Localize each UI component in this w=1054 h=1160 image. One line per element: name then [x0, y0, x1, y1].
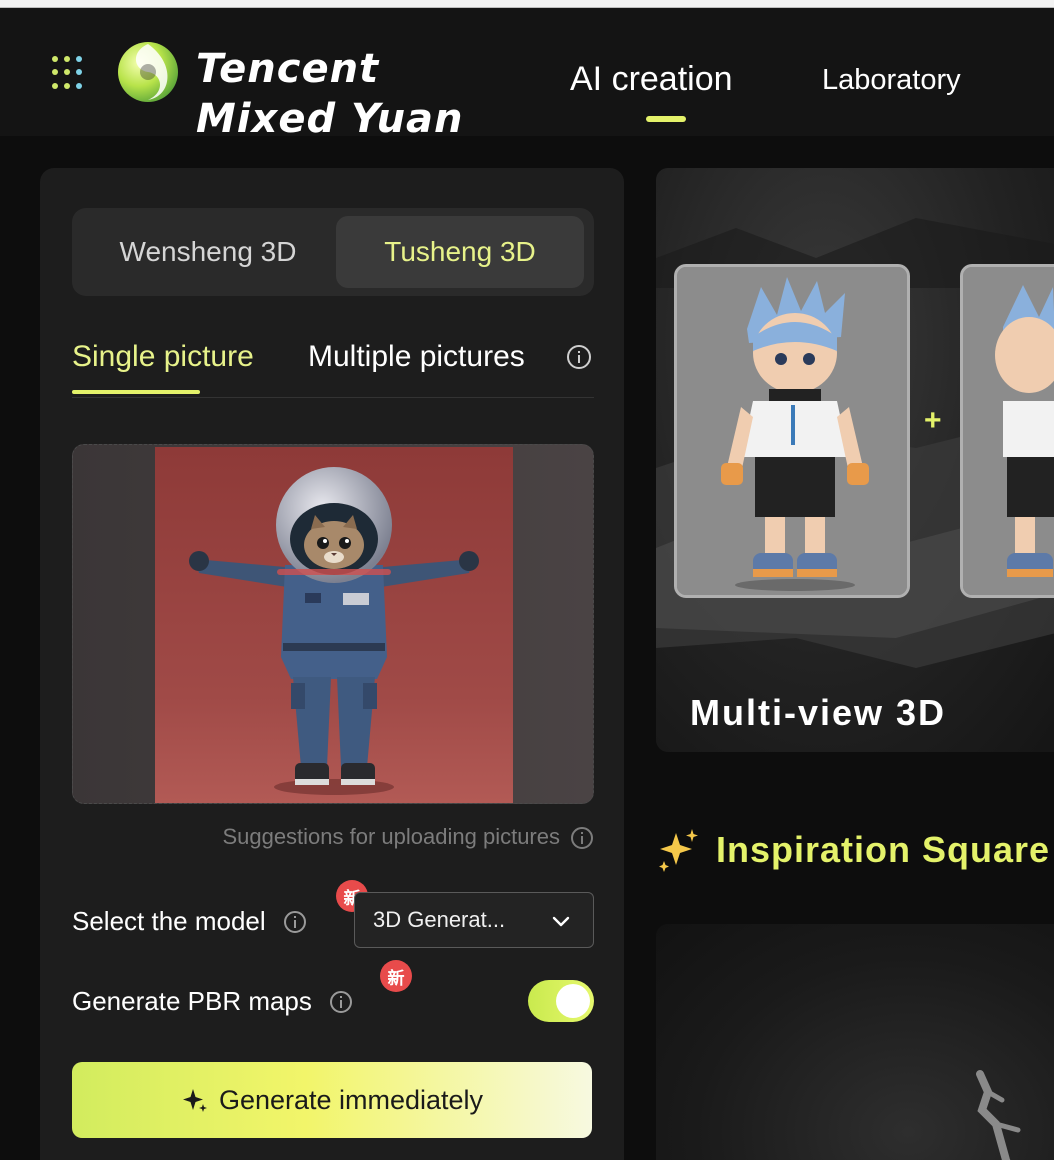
generate-button[interactable]: Generate immediately	[72, 1062, 592, 1138]
tab-tusheng-3d[interactable]: Tusheng 3D	[336, 216, 584, 288]
model-select[interactable]: 3D Generat...	[354, 892, 594, 948]
inspiration-square-title: Inspiration Square	[716, 829, 1051, 870]
view-frame	[674, 264, 910, 598]
tab-active-indicator	[72, 390, 200, 394]
nav-ai-creation[interactable]: AI creation	[570, 60, 733, 99]
sparkles-icon	[659, 829, 698, 872]
plus-icon: +	[924, 404, 942, 437]
new-badge: 新	[380, 960, 412, 992]
info-icon[interactable]	[283, 910, 307, 934]
chevron-down-icon	[552, 916, 570, 927]
hunyuan-logo-icon	[118, 42, 178, 102]
multi-view-title: Multi-view 3D	[690, 692, 947, 733]
picture-tabs: Single picture Multiple pictures	[72, 338, 594, 398]
tab-single-picture[interactable]: Single picture	[72, 340, 254, 374]
model-label: Select the model	[72, 906, 266, 936]
view-frame	[960, 264, 1054, 598]
tab-multiple-pictures[interactable]: Multiple pictures	[308, 340, 525, 374]
inspiration-card[interactable]	[656, 924, 1054, 1160]
creation-panel: Wensheng 3D Tusheng 3D Single picture Mu…	[40, 168, 624, 1160]
model-select-value: 3D Generat...	[373, 907, 506, 932]
info-icon[interactable]	[329, 990, 353, 1014]
tab-wensheng-3d[interactable]: Wensheng 3D	[80, 216, 336, 288]
brand-title: Tencent Mixed Yuan 3D	[196, 46, 464, 134]
pbr-toggle[interactable]	[528, 980, 594, 1022]
inspiration-square-heading: Inspiration Square	[656, 822, 1050, 878]
uploaded-image-cat-astronaut	[155, 447, 513, 803]
image-upload-area[interactable]	[72, 444, 594, 804]
character-side-image	[963, 267, 1054, 595]
mode-switch: Wensheng 3D Tusheng 3D	[72, 208, 594, 296]
generate-button-label: Generate immediately	[218, 1084, 484, 1115]
inspiration-preview-image	[976, 1070, 1021, 1160]
info-icon[interactable]	[566, 344, 592, 370]
model-row: Select the model	[72, 906, 307, 937]
nav-laboratory[interactable]: Laboratory	[822, 64, 961, 97]
multi-view-card[interactable]: + Multi-view 3D	[656, 168, 1054, 752]
info-icon[interactable]	[570, 826, 594, 850]
sparkle-icon	[182, 1089, 207, 1112]
character-front-image	[677, 267, 907, 595]
browser-top-edge	[0, 0, 1054, 8]
top-header: Tencent Mixed Yuan 3D AI creation Labora…	[0, 8, 1054, 136]
apps-grid-icon[interactable]	[52, 56, 86, 90]
upload-suggestions[interactable]: Suggestions for uploading pictures	[170, 824, 594, 850]
upload-suggestions-label: Suggestions for uploading pictures	[222, 824, 560, 849]
nav-active-indicator	[646, 116, 686, 122]
pbr-label: Generate PBR maps	[72, 986, 312, 1016]
pbr-row: Generate PBR maps	[72, 986, 353, 1017]
toggle-knob	[556, 984, 590, 1018]
